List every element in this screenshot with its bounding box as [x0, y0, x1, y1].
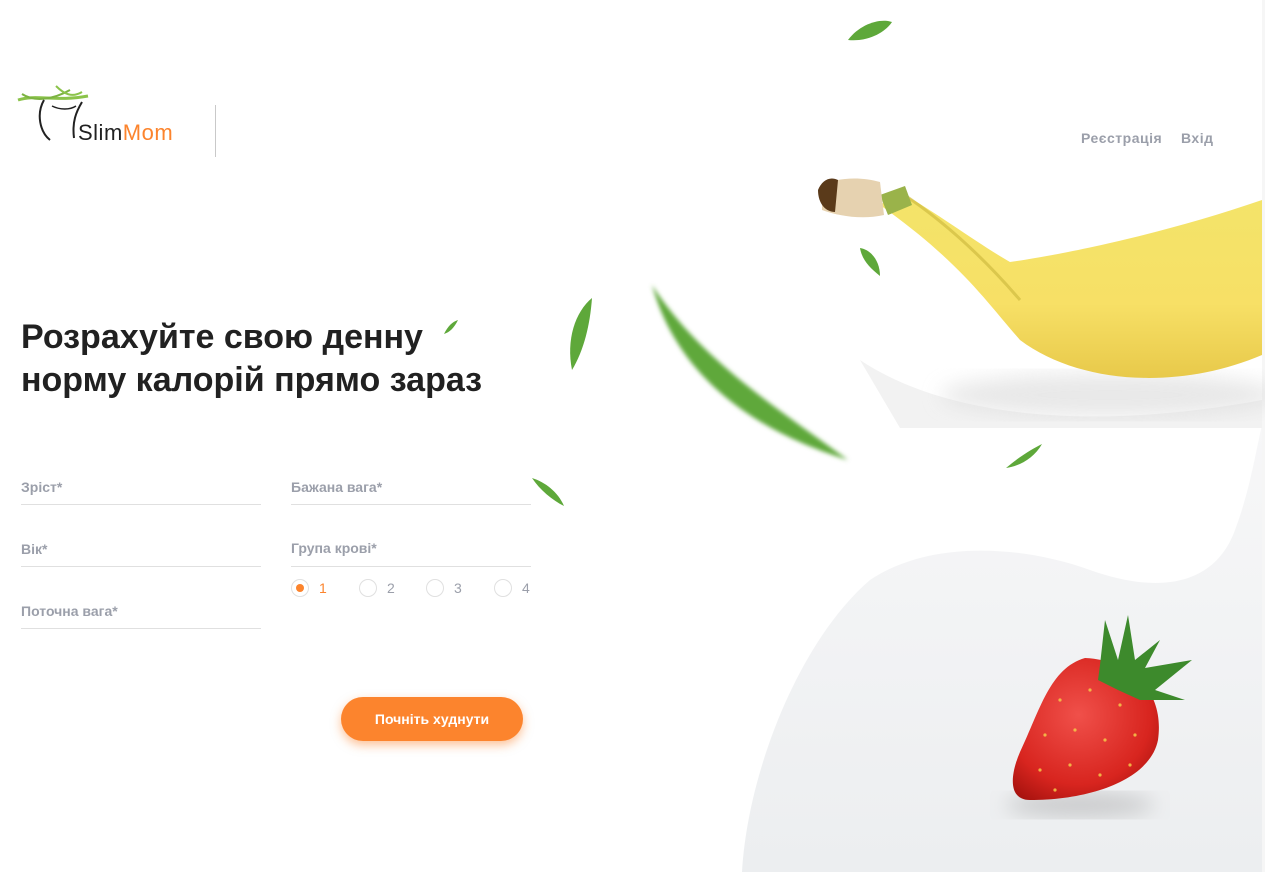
radio-label: 4: [522, 580, 530, 596]
radio-label: 2: [387, 580, 395, 596]
blood-type-label: Група крові*: [291, 540, 377, 556]
current-weight-field: [21, 596, 261, 629]
current-weight-input[interactable]: [21, 596, 261, 626]
radio-circle: [426, 579, 444, 597]
desired-weight-field: [291, 472, 531, 505]
age-input[interactable]: [21, 534, 261, 564]
desired-weight-input[interactable]: [291, 472, 531, 502]
age-field: [21, 534, 261, 567]
radio-label: 3: [454, 580, 462, 596]
height-input[interactable]: [21, 472, 261, 502]
strawberry-image: [1005, 615, 1192, 817]
blood-type-field: Група крові*: [291, 534, 531, 567]
radio-circle: [494, 579, 512, 597]
title-line-2: норму калорій прямо зараз: [21, 361, 483, 399]
radio-selected-dot: [296, 584, 304, 592]
banana-image: [818, 178, 1265, 417]
start-losing-weight-button[interactable]: Почніть худнути: [341, 697, 523, 741]
page-title: Розрахуйте свою денну норму калорій прям…: [21, 316, 581, 402]
radio-circle: [359, 579, 377, 597]
radio-label: 1: [319, 580, 327, 596]
title-line-1: Розрахуйте свою денну: [21, 318, 423, 356]
blood-type-options: 1 2 3 4: [0, 579, 560, 599]
fruit-illustration: [444, 20, 1265, 817]
height-field: [21, 472, 261, 505]
